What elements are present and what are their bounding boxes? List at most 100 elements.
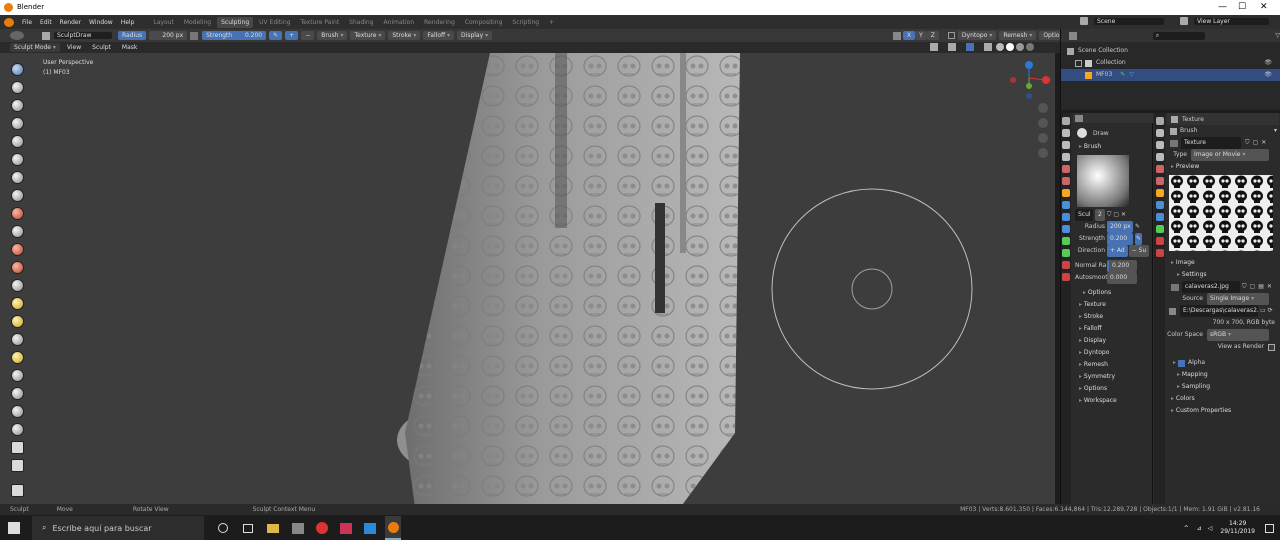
3d-viewport[interactable]: User Perspective (1) MF03 (0, 53, 1055, 504)
brush-section-header[interactable]: Brush (1073, 141, 1153, 153)
gizmo-icon[interactable] (948, 43, 956, 51)
camera-view-icon[interactable] (1038, 133, 1048, 143)
tool-tab-icon[interactable] (1062, 117, 1070, 125)
symmetry-section[interactable]: Symmetry (1073, 371, 1153, 383)
strength-pressure-icon[interactable]: ✎ (269, 31, 283, 40)
notification-icon[interactable] (1265, 523, 1274, 533)
direction-add-button[interactable]: + (285, 31, 299, 40)
particles-tab-icon[interactable] (1062, 213, 1070, 221)
tab-modeling[interactable]: Modeling (180, 17, 215, 28)
tab-animation[interactable]: Animation (380, 17, 419, 28)
display-menu[interactable]: Display (457, 31, 493, 40)
tab-texture-paint[interactable]: Texture Paint (296, 17, 343, 28)
physics-tab-icon[interactable] (1062, 225, 1070, 233)
gizmo-z-axis[interactable] (1025, 61, 1033, 69)
radius-pressure-icon[interactable]: ✎ (1135, 221, 1140, 233)
tool-mesh-filter[interactable] (11, 459, 24, 472)
unlink-texture-icon[interactable]: ✕ (1261, 137, 1266, 149)
dyntopo-section[interactable]: Dyntopo (1073, 347, 1153, 359)
material-tab-icon[interactable] (1062, 261, 1070, 269)
tab-rendering[interactable]: Rendering (420, 17, 459, 28)
autosmooth-field[interactable]: 0.000 (1107, 272, 1137, 284)
radius-pressure-icon[interactable] (190, 31, 199, 40)
view-layer-tab-icon[interactable] (1155, 153, 1164, 161)
tool-scrape[interactable] (11, 243, 24, 256)
outliner-row-mf03[interactable]: MF03 ✎ ▽ 👁 (1061, 69, 1280, 81)
strength-field[interactable]: 0.200 (1107, 233, 1133, 245)
modifier-wrench-icon[interactable]: ✎ (1120, 69, 1125, 81)
scene-tab-icon[interactable] (1155, 165, 1164, 173)
volume-icon[interactable]: ◁ (1208, 525, 1213, 532)
tool-inflate[interactable] (11, 135, 24, 148)
alpha-checkbox[interactable] (1178, 359, 1186, 367)
fake-user-shield-icon[interactable]: ⛉ (1107, 209, 1112, 221)
brush-users-count[interactable]: 2 (1095, 209, 1105, 221)
options-section[interactable]: Options (1073, 383, 1153, 395)
new-texture-icon[interactable]: ▢ (1253, 137, 1259, 149)
tab-shading[interactable]: Shading (345, 17, 377, 28)
sculpt-mesh-canvas[interactable] (0, 53, 1055, 504)
tool-draw[interactable] (11, 63, 24, 76)
tool-annotate[interactable] (11, 484, 24, 497)
tool-nudge[interactable] (11, 351, 24, 364)
tool-smooth[interactable] (11, 189, 24, 202)
sampling-subpanel[interactable]: Sampling (1167, 381, 1279, 393)
scene-tab-icon[interactable] (1062, 165, 1070, 173)
outliner-search-input[interactable]: ⌕ (1152, 31, 1206, 40)
tool-box-mask[interactable] (11, 423, 24, 436)
menu-file[interactable]: File (18, 19, 36, 26)
view-menu[interactable]: View (63, 43, 85, 52)
visibility-eye-icon[interactable]: 👁 (1264, 57, 1272, 69)
app-icon-2[interactable] (364, 522, 376, 534)
symmetry-z-toggle[interactable]: Z (926, 31, 939, 40)
brush-options-subpanel[interactable]: Options (1073, 287, 1153, 299)
tool-thumb[interactable] (11, 315, 24, 328)
zoom-icon[interactable] (1038, 103, 1048, 113)
file-explorer-icon[interactable] (267, 523, 279, 533)
material-shading-icon[interactable] (1016, 43, 1024, 51)
view-layer-name[interactable]: View Layer (1194, 17, 1269, 25)
view-as-render-checkbox[interactable] (1268, 343, 1275, 351)
view-layer-selector[interactable]: View Layer (1180, 17, 1269, 25)
direction-sub-button[interactable]: − (301, 31, 315, 40)
menu-render[interactable]: Render (56, 19, 85, 26)
color-space-select[interactable]: sRGB (1207, 329, 1269, 341)
minimize-button[interactable]: — (1218, 2, 1227, 12)
falloff-section[interactable]: Falloff (1073, 323, 1153, 335)
store-icon[interactable] (292, 522, 304, 534)
blender-taskbar-button[interactable] (385, 516, 401, 540)
tab-scripting[interactable]: Scripting (508, 17, 543, 28)
xray-icon[interactable] (984, 43, 992, 51)
app-icon[interactable] (340, 522, 352, 534)
new-brush-icon[interactable]: ▢ (1113, 209, 1119, 221)
add-workspace-button[interactable]: + (545, 17, 558, 28)
display-section[interactable]: Display (1073, 335, 1153, 347)
unlink-brush-icon[interactable]: ✕ (1121, 209, 1126, 221)
mask-menu[interactable]: Mask (118, 43, 141, 52)
outliner-type-icon[interactable] (1069, 31, 1077, 40)
maximize-button[interactable]: ☐ (1238, 2, 1246, 12)
image-filepath-input[interactable]: E:\Descargas\calaveras2.j... (1180, 305, 1258, 317)
fake-user-icon[interactable]: ⛉ (1245, 137, 1250, 149)
network-icon[interactable]: ⊿ (1197, 525, 1202, 532)
texture-name-field[interactable]: Texture (1181, 137, 1241, 149)
modifier-tab-icon[interactable] (1155, 201, 1164, 209)
remesh-section[interactable]: Remesh (1073, 359, 1153, 371)
scene-selector[interactable]: Scene (1080, 17, 1164, 25)
direction-sub-button[interactable]: − Su (1128, 245, 1150, 257)
rendered-shading-icon[interactable] (1026, 43, 1034, 51)
tab-sculpting[interactable]: Sculpting (217, 16, 254, 28)
tool-fill[interactable] (11, 225, 24, 238)
particles-tab-icon[interactable] (1155, 213, 1164, 221)
modifier-tab-icon[interactable] (1062, 201, 1070, 209)
clock[interactable]: 14:29 29/11/2019 (1220, 520, 1255, 536)
tool-layer[interactable] (11, 117, 24, 130)
close-button[interactable]: ✕ (1260, 2, 1268, 12)
image-name-field[interactable]: calaveras2.jpg (1182, 281, 1240, 293)
brush-name-field[interactable]: SculptDraw (54, 32, 112, 39)
output-tab-icon[interactable] (1155, 141, 1164, 149)
reload-icon[interactable]: ⟳ (1268, 305, 1273, 317)
active-brush-row[interactable]: Draw (1073, 125, 1153, 141)
symmetry-y-toggle[interactable]: Y (915, 31, 927, 40)
outliner-row-scene-collection[interactable]: Scene Collection (1067, 45, 1280, 57)
